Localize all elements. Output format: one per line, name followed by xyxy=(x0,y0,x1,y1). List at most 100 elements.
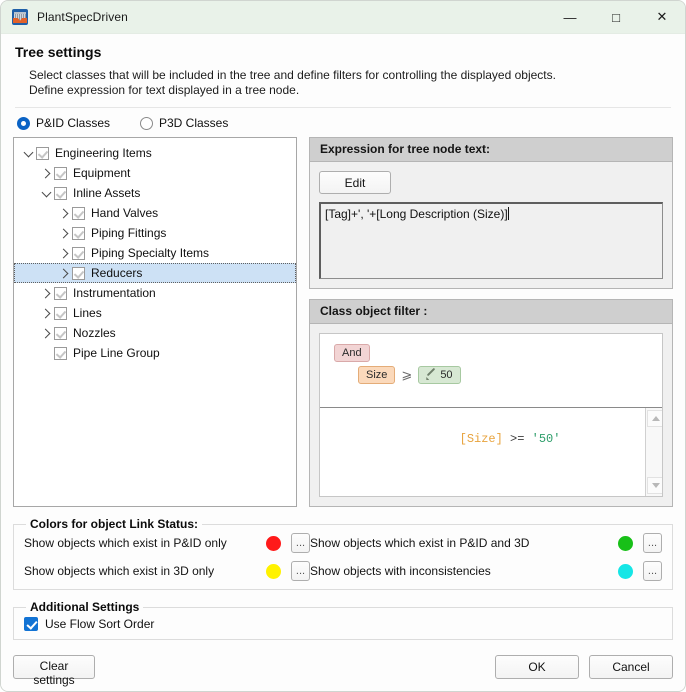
tree-node-engineering-items[interactable]: Engineering Items xyxy=(14,143,296,163)
tree-node-label: Equipment xyxy=(73,166,131,180)
tree-node-checkbox[interactable] xyxy=(72,266,85,280)
tree-node-checkbox[interactable] xyxy=(54,186,67,200)
filter-sql-scrollbar[interactable] xyxy=(645,408,662,496)
minimize-button[interactable]: — xyxy=(547,1,593,33)
color-swatch xyxy=(618,563,633,579)
tree-node-checkbox[interactable] xyxy=(54,326,67,340)
chevron-right-icon[interactable] xyxy=(56,229,72,238)
tree-node-checkbox[interactable] xyxy=(72,246,85,260)
flow-sort-checkbox[interactable] xyxy=(24,617,38,631)
filter-chips-area: And Size ⩾ 50 xyxy=(320,334,662,407)
tree-node-checkbox[interactable] xyxy=(72,226,85,240)
clear-settings-button[interactable]: Clear settings xyxy=(13,655,95,687)
title-bar: PlantSpecDriven — □ ✕ xyxy=(1,1,685,34)
filter-operator[interactable]: ⩾ xyxy=(401,367,412,383)
close-button[interactable]: ✕ xyxy=(639,1,685,33)
expression-textbox[interactable]: [Tag]+', '+[Long Description (Size)] xyxy=(319,202,663,279)
radio-p3d-classes[interactable]: P3D Classes xyxy=(140,116,228,130)
color-swatch xyxy=(266,535,281,551)
dialog-window: PlantSpecDriven — □ ✕ Tree settings Sele… xyxy=(0,0,686,692)
tree-node-pipe-line-group[interactable]: Pipe Line Group xyxy=(14,343,296,363)
tree-node-inline-assets[interactable]: Inline Assets xyxy=(14,183,296,203)
scroll-down-icon[interactable] xyxy=(647,477,662,494)
chevron-right-icon[interactable] xyxy=(56,209,72,218)
expression-group-header: Expression for tree node text: xyxy=(310,138,672,162)
filter-group-header: Class object filter : xyxy=(310,300,672,324)
chevron-right-icon[interactable] xyxy=(56,249,72,258)
tree-node-label: Piping Specialty Items xyxy=(91,246,210,260)
header-block: Tree settings Select classes that will b… xyxy=(1,34,685,108)
filter-value-chip[interactable]: 50 xyxy=(418,366,461,384)
tree-node-piping-fittings[interactable]: Piping Fittings xyxy=(14,223,296,243)
tree-node-hand-valves[interactable]: Hand Valves xyxy=(14,203,296,223)
expression-value: [Tag]+', '+[Long Description (Size)] xyxy=(325,207,508,221)
tree-node-checkbox[interactable] xyxy=(54,306,67,320)
expression-group-body: Edit [Tag]+', '+[Long Description (Size)… xyxy=(310,162,672,288)
scroll-up-icon[interactable] xyxy=(647,410,662,427)
tree-node-reducers[interactable]: Reducers xyxy=(14,263,296,283)
sql-operator: >= xyxy=(510,432,525,446)
radio-dot-icon xyxy=(140,116,153,130)
color-browse-button[interactable]: ... xyxy=(643,533,662,553)
maximize-button[interactable]: □ xyxy=(593,1,639,33)
dialog-footer: Clear settings OK Cancel xyxy=(1,655,685,691)
filter-group: Class object filter : And Size ⩾ 50 [Siz… xyxy=(309,299,673,507)
additional-settings-fieldset: Additional Settings Use Flow Sort Order xyxy=(13,600,673,640)
filter-builder: And Size ⩾ 50 [Size] >= '50' xyxy=(319,333,663,497)
footer-right-buttons: OK Cancel xyxy=(495,655,673,679)
tree-node-lines[interactable]: Lines xyxy=(14,303,296,323)
chevron-down-icon[interactable] xyxy=(20,149,36,158)
chevron-right-icon[interactable] xyxy=(38,289,54,298)
radio-pid-classes[interactable]: P&ID Classes xyxy=(17,116,140,130)
window-controls: — □ ✕ xyxy=(547,1,685,33)
dialog-content: Tree settings Select classes that will b… xyxy=(1,34,685,691)
tree-node-checkbox[interactable] xyxy=(36,146,49,160)
filter-condition-row: Size ⩾ 50 xyxy=(358,366,662,384)
filter-value-text: 50 xyxy=(440,369,453,381)
color-swatch xyxy=(618,535,633,551)
color-row-label: Show objects which exist in 3D only xyxy=(24,564,215,578)
tree-node-label: Inline Assets xyxy=(73,186,141,200)
flow-sort-row[interactable]: Use Flow Sort Order xyxy=(24,614,662,631)
description-line-1: Select classes that will be included in … xyxy=(29,68,556,82)
expression-group: Expression for tree node text: Edit [Tag… xyxy=(309,137,673,289)
tree-node-label: Nozzles xyxy=(73,326,116,340)
color-picker-cell: ... xyxy=(618,561,662,581)
color-browse-button[interactable]: ... xyxy=(291,561,310,581)
tree-node-checkbox[interactable] xyxy=(54,346,67,360)
filter-group-body: And Size ⩾ 50 [Size] >= '50' xyxy=(310,324,672,506)
tree-node-checkbox[interactable] xyxy=(54,286,67,300)
chevron-right-icon[interactable] xyxy=(56,269,72,278)
color-browse-button[interactable]: ... xyxy=(643,561,662,581)
additional-settings-legend: Additional Settings xyxy=(30,600,140,614)
description-line-2: Define expression for text displayed in … xyxy=(29,83,300,97)
chevron-right-icon[interactable] xyxy=(38,309,54,318)
tree-node-instrumentation[interactable]: Instrumentation xyxy=(14,283,296,303)
plant-app-icon xyxy=(12,9,28,25)
edit-expression-button[interactable]: Edit xyxy=(319,171,391,194)
filter-logic-chip[interactable]: And xyxy=(334,344,370,362)
tree-node-checkbox[interactable] xyxy=(54,166,67,180)
tree-node-equipment[interactable]: Equipment xyxy=(14,163,296,183)
filter-field-chip[interactable]: Size xyxy=(358,366,396,384)
color-row-label: Show objects which exist in P&ID and 3D xyxy=(310,536,530,550)
chevron-down-icon[interactable] xyxy=(38,189,54,198)
cancel-button[interactable]: Cancel xyxy=(589,655,673,679)
class-tree[interactable]: Engineering Items Equipment Inline Assets H… xyxy=(13,137,297,507)
tree-node-label: Instrumentation xyxy=(73,286,156,300)
tree-node-piping-specialty-items[interactable]: Piping Specialty Items xyxy=(14,243,296,263)
tree-node-label: Piping Fittings xyxy=(91,226,167,240)
tree-node-nozzles[interactable]: Nozzles xyxy=(14,323,296,343)
tree-node-checkbox[interactable] xyxy=(72,206,85,220)
chevron-right-icon[interactable] xyxy=(38,169,54,178)
chevron-right-icon[interactable] xyxy=(38,329,54,338)
right-column: Expression for tree node text: Edit [Tag… xyxy=(309,137,673,507)
sql-value: '50' xyxy=(531,432,561,446)
ok-button[interactable]: OK xyxy=(495,655,579,679)
sql-field: [Size] xyxy=(459,432,503,446)
filter-sql-preview[interactable]: [Size] >= '50' xyxy=(320,408,645,496)
tree-node-label: Pipe Line Group xyxy=(73,346,160,360)
color-browse-button[interactable]: ... xyxy=(291,533,310,553)
pencil-icon xyxy=(426,370,436,380)
color-picker-cell: ... xyxy=(266,533,310,553)
